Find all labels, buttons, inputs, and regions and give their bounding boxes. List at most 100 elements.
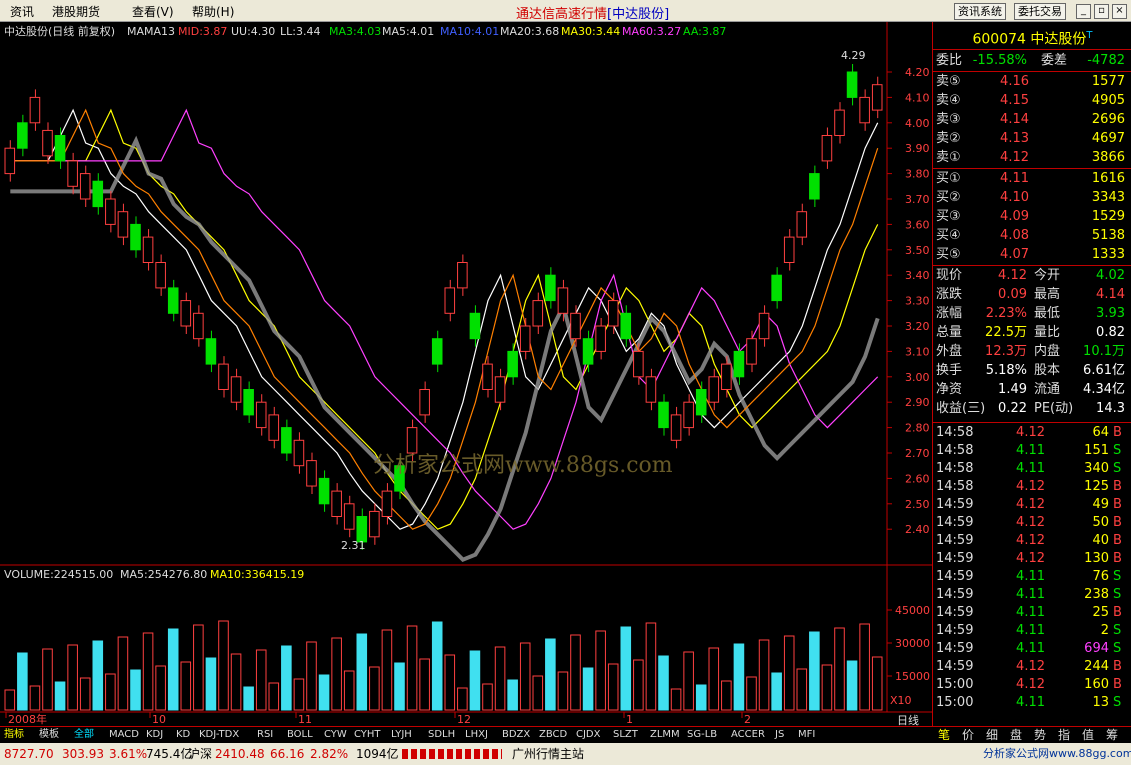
indicator-tab[interactable]: JS xyxy=(775,728,784,742)
panel-tab[interactable]: 细 xyxy=(986,728,998,742)
volume-bar xyxy=(167,628,179,711)
volume-bar xyxy=(431,621,443,711)
ask-row[interactable]: 卖③ 4.14 2696 xyxy=(933,111,1131,129)
candle xyxy=(758,312,770,340)
ask-row[interactable]: 卖⑤ 4.16 1577 xyxy=(933,73,1131,91)
candle xyxy=(218,363,229,391)
panel-tab[interactable]: 笔 xyxy=(938,728,950,742)
panel-tab[interactable]: 价 xyxy=(962,728,974,742)
indicator-tab[interactable]: CYHT xyxy=(354,728,381,742)
volume-bar xyxy=(783,635,795,711)
bid-row[interactable]: 买② 4.10 3343 xyxy=(933,189,1131,207)
ask-row[interactable]: 卖④ 4.15 4905 xyxy=(933,92,1131,110)
indicator-tab[interactable]: LHXJ xyxy=(465,728,488,742)
candle xyxy=(4,147,16,175)
panel-tab[interactable]: 势 xyxy=(1034,728,1046,742)
indicator-tab[interactable]: KD xyxy=(176,728,190,742)
menu-news[interactable]: 资讯 xyxy=(10,3,34,20)
indicator-tab[interactable]: RSI xyxy=(257,728,273,742)
panel-tab[interactable]: 筹 xyxy=(1106,728,1118,742)
candle xyxy=(167,287,179,314)
tick-row: 15:00 4.12 160 B xyxy=(936,677,1122,692)
bid-row[interactable]: 买① 4.11 1616 xyxy=(933,170,1131,188)
kline-chart[interactable]: 中达股份(日线 前复权) MAMA13 MID:3.87 UU:4.30 LL:… xyxy=(0,22,932,740)
tick-row: 14:59 4.11 2 S xyxy=(936,623,1122,638)
period-label[interactable]: 日线 xyxy=(897,713,919,726)
volume-bar xyxy=(670,688,682,711)
candle xyxy=(796,211,808,238)
volume-bar xyxy=(180,661,192,711)
indicator-tab[interactable]: MFI xyxy=(798,728,815,742)
indicator-tab[interactable]: SDLH xyxy=(428,728,455,742)
indicator-tab[interactable]: 模板 xyxy=(39,728,59,742)
menu-view[interactable]: 查看(V) xyxy=(132,3,174,20)
candle xyxy=(17,122,28,149)
indicator-tab[interactable]: ZLMM xyxy=(650,728,680,742)
panel-tab[interactable]: 值 xyxy=(1082,728,1094,742)
stat-row: 换手 5.18% 股本 6.61亿 xyxy=(936,363,1125,378)
indicator-tab[interactable]: CYW xyxy=(324,728,347,742)
volume-ma5: MA5:254276.80 xyxy=(120,568,207,581)
ask-row[interactable]: 卖① 4.12 3866 xyxy=(933,149,1131,167)
indicator-tab[interactable]: CJDX xyxy=(576,728,600,742)
price-tick: 2.50 xyxy=(905,498,930,511)
bid-row[interactable]: 买④ 4.08 5138 xyxy=(933,227,1131,245)
candle xyxy=(620,312,632,340)
watermark: 分析家公式网www.88gs.com xyxy=(373,453,673,478)
volume-bar xyxy=(758,639,770,711)
aa-value: AA:3.87 xyxy=(683,25,726,38)
server-name[interactable]: 广州行情主站 xyxy=(512,743,584,765)
stat-row: 总量 22.5万 量比 0.82 xyxy=(936,325,1125,340)
status-bar: 8727.70 303.93 3.61% 745.4亿 沪深 2410.48 6… xyxy=(0,743,1131,765)
price-tick: 2.70 xyxy=(905,447,930,460)
candle xyxy=(230,376,242,403)
volume-bar xyxy=(658,655,669,711)
stat-row: 现价 4.12 今开 4.02 xyxy=(936,268,1125,283)
trade-button[interactable]: 委托交易 xyxy=(1014,3,1066,20)
candle xyxy=(205,338,217,365)
indicator-tab[interactable]: SLZT xyxy=(613,728,638,742)
close-icon[interactable]: × xyxy=(1112,4,1127,19)
panel-tab[interactable]: 指 xyxy=(1058,728,1070,742)
restore-icon[interactable]: ▫ xyxy=(1094,4,1109,19)
volume-bar xyxy=(482,683,493,711)
indicator-tab[interactable]: KDJ xyxy=(146,728,163,742)
indicator-tab[interactable]: LYJH xyxy=(391,728,412,742)
panel-tab[interactable]: 盘 xyxy=(1010,728,1022,742)
volume-bar xyxy=(255,649,267,711)
price-tick: 4.10 xyxy=(905,91,930,104)
candle xyxy=(746,338,757,365)
volume-bar xyxy=(92,640,104,711)
ask-row[interactable]: 卖② 4.13 4697 xyxy=(933,130,1131,148)
indicator-tab[interactable]: 全部 xyxy=(74,728,94,742)
volume-bar xyxy=(293,678,305,711)
candle xyxy=(457,262,468,289)
indicator-tab[interactable]: ZBCD xyxy=(539,728,567,742)
indicator-tab[interactable]: 指标 xyxy=(4,728,24,742)
candle xyxy=(142,236,154,264)
menu-hk-futures[interactable]: 港股期货 xyxy=(52,3,100,20)
index2-percent: 2.82% xyxy=(310,747,349,761)
indicator-tab[interactable]: BDZX xyxy=(502,728,530,742)
bid-row[interactable]: 买⑤ 4.07 1333 xyxy=(933,246,1131,264)
price-tick: 3.80 xyxy=(905,168,930,181)
stat-row: 收益(三) 0.22 PE(动) 14.3 xyxy=(936,401,1125,416)
bid-row[interactable]: 买③ 4.09 1529 xyxy=(933,208,1131,226)
volume-bar xyxy=(821,664,833,711)
indicator-tab[interactable]: MACD xyxy=(109,728,139,742)
date-tick: 10 xyxy=(152,713,166,726)
minimize-icon[interactable]: _ xyxy=(1076,4,1091,19)
indicator-tab[interactable]: BOLL xyxy=(287,728,313,742)
indicator-tab[interactable]: KDJ-TDX xyxy=(199,728,239,742)
candle xyxy=(431,338,443,365)
indicator-tab[interactable]: SG-LB xyxy=(687,728,717,742)
volume-bar xyxy=(519,642,531,711)
menu-help[interactable]: 帮助(H) xyxy=(192,3,234,20)
candle xyxy=(243,389,254,416)
price-tick: 4.00 xyxy=(905,117,930,130)
volume-bar xyxy=(394,662,405,711)
news-system-button[interactable]: 资讯系统 xyxy=(954,3,1006,20)
indicator-tab[interactable]: ACCER xyxy=(731,728,765,742)
volume-bar xyxy=(356,633,368,711)
candle xyxy=(42,129,53,157)
